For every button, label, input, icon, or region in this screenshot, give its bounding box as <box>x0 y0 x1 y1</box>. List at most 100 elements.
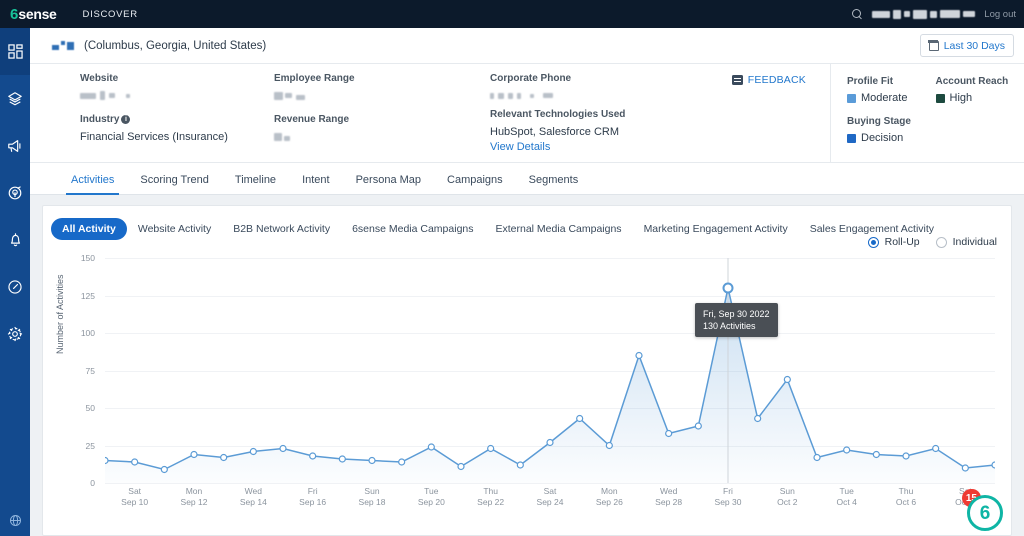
x-tick-day: Mon <box>181 486 208 497</box>
score-account-reach: Account Reach High <box>936 76 1024 104</box>
filter-pill-b2b-network-activity[interactable]: B2B Network Activity <box>222 218 341 240</box>
score-buying-stage: Buying Stage Decision <box>847 116 939 144</box>
radio-rollup[interactable]: Roll-Up <box>868 236 920 248</box>
view-details-link[interactable]: View Details <box>490 141 625 153</box>
brand-name: sense <box>18 6 56 22</box>
chart-point[interactable] <box>280 446 286 452</box>
chart-point[interactable] <box>636 353 642 359</box>
chart-point[interactable] <box>132 459 138 465</box>
globe-icon <box>9 514 22 527</box>
chart-point[interactable] <box>458 464 464 470</box>
chart-plot-area[interactable] <box>105 258 995 483</box>
chart-point[interactable] <box>369 458 375 464</box>
section-label-discover[interactable]: DISCOVER <box>83 9 138 20</box>
sidebar-item-dashboard[interactable] <box>0 28 30 75</box>
filter-pill-6sense-media-campaigns[interactable]: 6sense Media Campaigns <box>341 218 484 240</box>
sidebar-item-orchestration[interactable] <box>0 169 30 216</box>
chart-point[interactable] <box>339 456 345 462</box>
chart-point[interactable] <box>105 458 108 464</box>
field-employee-range-value <box>274 90 355 101</box>
gear-icon <box>7 326 23 342</box>
y-tick-label: 125 <box>73 291 95 301</box>
chart-point[interactable] <box>488 446 494 452</box>
date-range-filter-button[interactable]: Last 30 Days <box>920 34 1014 57</box>
x-tick-day: Tue <box>418 486 445 497</box>
chart-point[interactable] <box>844 447 850 453</box>
x-tick-date: Sep 28 <box>655 497 682 508</box>
sidebar-item-campaigns[interactable] <box>0 122 30 169</box>
tab-activities[interactable]: Activities <box>58 174 127 194</box>
sidebar-item-layers[interactable] <box>0 75 30 122</box>
feedback-button[interactable]: FEEDBACK <box>732 74 806 86</box>
logout-button[interactable]: Log out <box>984 9 1016 20</box>
score-profile-fit-value: Moderate <box>847 92 936 104</box>
brand-logo[interactable]: 6sense <box>10 6 57 23</box>
field-technologies-label: Relevant Technologies Used <box>490 109 625 120</box>
filter-pill-website-activity[interactable]: Website Activity <box>127 218 222 240</box>
chart-point[interactable] <box>250 449 256 455</box>
chart-point[interactable] <box>755 416 761 422</box>
field-website-value <box>80 90 130 101</box>
chart-point[interactable] <box>962 465 968 471</box>
chart-point[interactable] <box>221 455 227 461</box>
megaphone-icon <box>7 138 23 154</box>
chart-point[interactable] <box>399 459 405 465</box>
field-website-label: Website <box>80 73 130 84</box>
filter-pill-all-activity[interactable]: All Activity <box>51 218 127 240</box>
chart-point[interactable] <box>873 452 879 458</box>
chart-point[interactable] <box>577 416 583 422</box>
chart-point[interactable] <box>517 462 523 468</box>
chart-point-highlighted[interactable] <box>724 284 733 293</box>
sidebar-item-globe[interactable] <box>0 508 30 532</box>
chart-point[interactable] <box>903 453 909 459</box>
x-tick-date: Oct 6 <box>896 497 916 508</box>
info-tooltip-icon[interactable]: i <box>121 115 130 124</box>
chart-point[interactable] <box>310 453 316 459</box>
sidebar-item-performance[interactable] <box>0 263 30 310</box>
x-tick-date: Sep 16 <box>299 497 326 508</box>
sidebar-item-settings[interactable] <box>0 310 30 357</box>
filter-pill-marketing-engagement-activity[interactable]: Marketing Engagement Activity <box>633 218 799 240</box>
x-tick-day: Sun <box>359 486 386 497</box>
6sense-chat-icon: 6 <box>980 504 991 523</box>
feedback-label: FEEDBACK <box>748 74 806 86</box>
chart-point[interactable] <box>606 443 612 449</box>
chart-point[interactable] <box>428 444 434 450</box>
tab-scoring-trend[interactable]: Scoring Trend <box>127 174 221 194</box>
x-tick-label: SunOct 2 <box>777 486 797 508</box>
field-revenue-range: Revenue Range <box>274 114 349 142</box>
score-row-bottom: Buying Stage Decision <box>847 116 1024 144</box>
x-tick-day: Thu <box>477 486 504 497</box>
chart-point[interactable] <box>666 431 672 437</box>
sidebar-item-alerts[interactable] <box>0 216 30 263</box>
chart-point[interactable] <box>161 467 167 473</box>
tab-timeline[interactable]: Timeline <box>222 174 289 194</box>
chat-widget-button[interactable]: 6 <box>967 495 1003 531</box>
feedback-icon <box>732 75 743 85</box>
tab-intent[interactable]: Intent <box>289 174 343 194</box>
chart-point[interactable] <box>784 377 790 383</box>
chart-point[interactable] <box>695 423 701 429</box>
brand-mark-icon: 6 <box>10 6 18 23</box>
x-tick-day: Mon <box>596 486 623 497</box>
tab-segments[interactable]: Segments <box>516 174 592 194</box>
tab-persona-map[interactable]: Persona Map <box>343 174 434 194</box>
field-industry-value: Financial Services (Insurance) <box>80 131 228 143</box>
tooltip-value: 130 Activities <box>703 320 770 332</box>
chart-point[interactable] <box>191 452 197 458</box>
radio-individual[interactable]: Individual <box>936 236 997 248</box>
chart-point[interactable] <box>814 455 820 461</box>
x-tick-label: SatSep 10 <box>121 486 148 508</box>
chart-point[interactable] <box>992 462 995 468</box>
score-row-top: Profile Fit Moderate Account Reach High <box>847 76 1024 104</box>
chart-point[interactable] <box>933 446 939 452</box>
field-website: Website <box>80 73 130 101</box>
search-icon[interactable] <box>852 9 863 20</box>
x-tick-label: WedSep 28 <box>655 486 682 508</box>
tab-campaigns[interactable]: Campaigns <box>434 174 516 194</box>
filter-pill-external-media-campaigns[interactable]: External Media Campaigns <box>485 218 633 240</box>
x-tick-label: MonSep 26 <box>596 486 623 508</box>
x-tick-day: Sat <box>121 486 148 497</box>
main-tab-bar: ActivitiesScoring TrendTimelineIntentPer… <box>30 163 1024 195</box>
chart-point[interactable] <box>547 440 553 446</box>
